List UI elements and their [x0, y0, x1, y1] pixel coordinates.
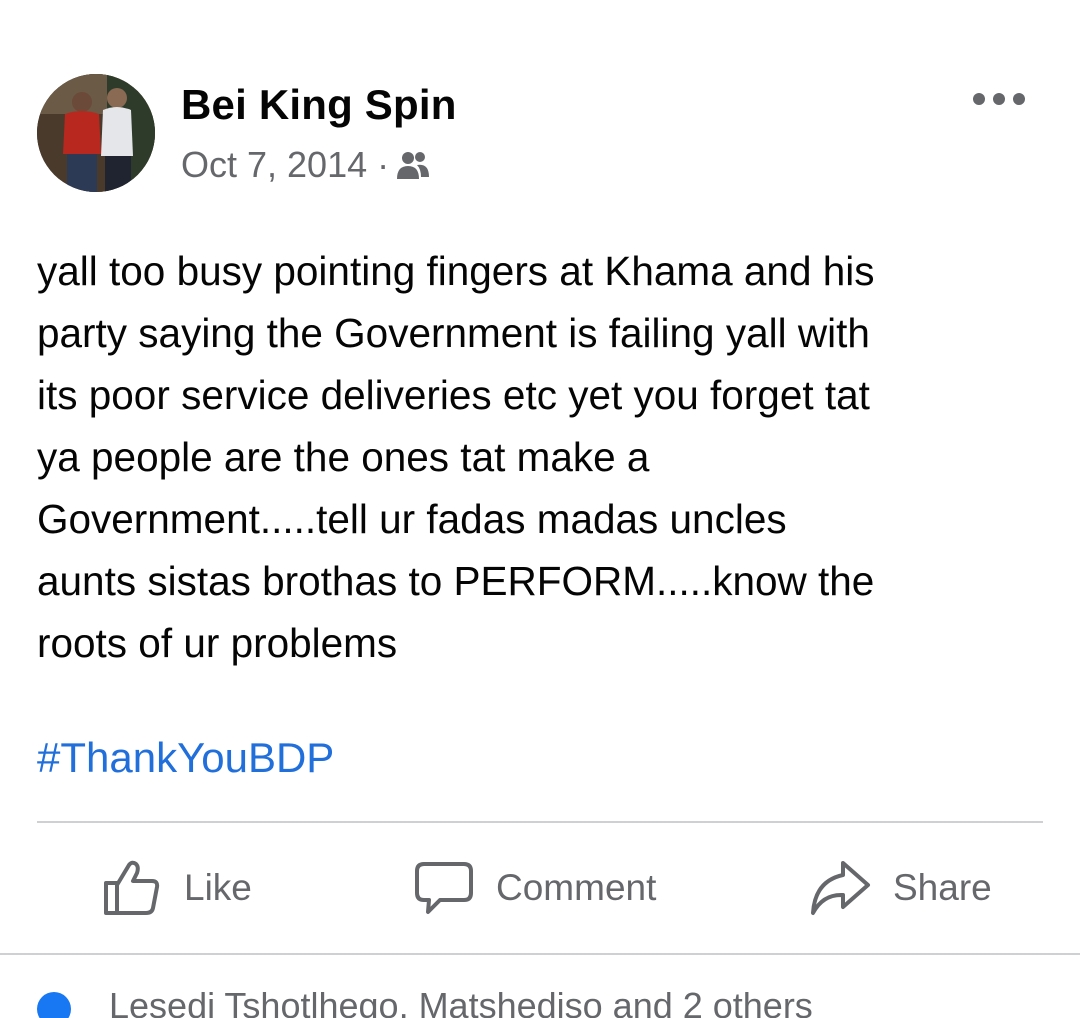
like-label: Like [184, 867, 252, 908]
reactions-row[interactable]: Lesedi Tshotlhego, Matshediso and 2 othe… [37, 988, 813, 1018]
post-meta: Oct 7, 2014 · [181, 144, 431, 186]
post-text-line: party saying the Government is failing y… [37, 310, 870, 356]
post-text-line: its poor service deliveries etc yet you … [37, 372, 870, 418]
post-text-line: roots of ur problems [37, 620, 398, 666]
post-header: Bei King Spin Oct 7, 2014 · [37, 74, 1043, 198]
avatar[interactable] [37, 74, 155, 192]
comment-button[interactable]: Comment [414, 853, 656, 923]
like-icon [104, 860, 160, 915]
more-dot [993, 93, 1005, 105]
hashtag-link[interactable]: #ThankYouBDP [37, 734, 334, 782]
post-text-line: aunts sistas brothas to PERFORM.....know… [37, 558, 875, 604]
meta-separator: · [377, 144, 390, 185]
post-text-line: Government.....tell ur fadas madas uncle… [37, 496, 787, 542]
comment-label: Comment [496, 867, 657, 908]
more-dot [973, 93, 985, 105]
more-options-icon[interactable] [973, 88, 1025, 110]
comment-icon [415, 862, 473, 914]
share-button[interactable]: Share [809, 853, 992, 923]
post-date[interactable]: Oct 7, 2014 [181, 144, 367, 186]
action-bar: Like Comment Share [0, 823, 1080, 953]
post-text: yall too busy pointing fingers at Khama … [37, 240, 1047, 674]
like-reaction-icon [37, 992, 71, 1018]
share-icon [811, 861, 870, 915]
reactors-names: Lesedi Tshotlhego, Matshediso and 2 othe… [109, 988, 813, 1018]
share-label: Share [893, 867, 992, 908]
avatar-image [37, 74, 155, 192]
post-text-line: ya people are the ones tat make a [37, 434, 650, 480]
more-dot [1013, 93, 1025, 105]
post-text-line: yall too busy pointing fingers at Khama … [37, 248, 875, 294]
friends-icon[interactable] [395, 149, 431, 183]
divider [0, 953, 1080, 955]
like-button[interactable]: Like [102, 853, 252, 923]
author-name[interactable]: Bei King Spin [181, 81, 457, 129]
